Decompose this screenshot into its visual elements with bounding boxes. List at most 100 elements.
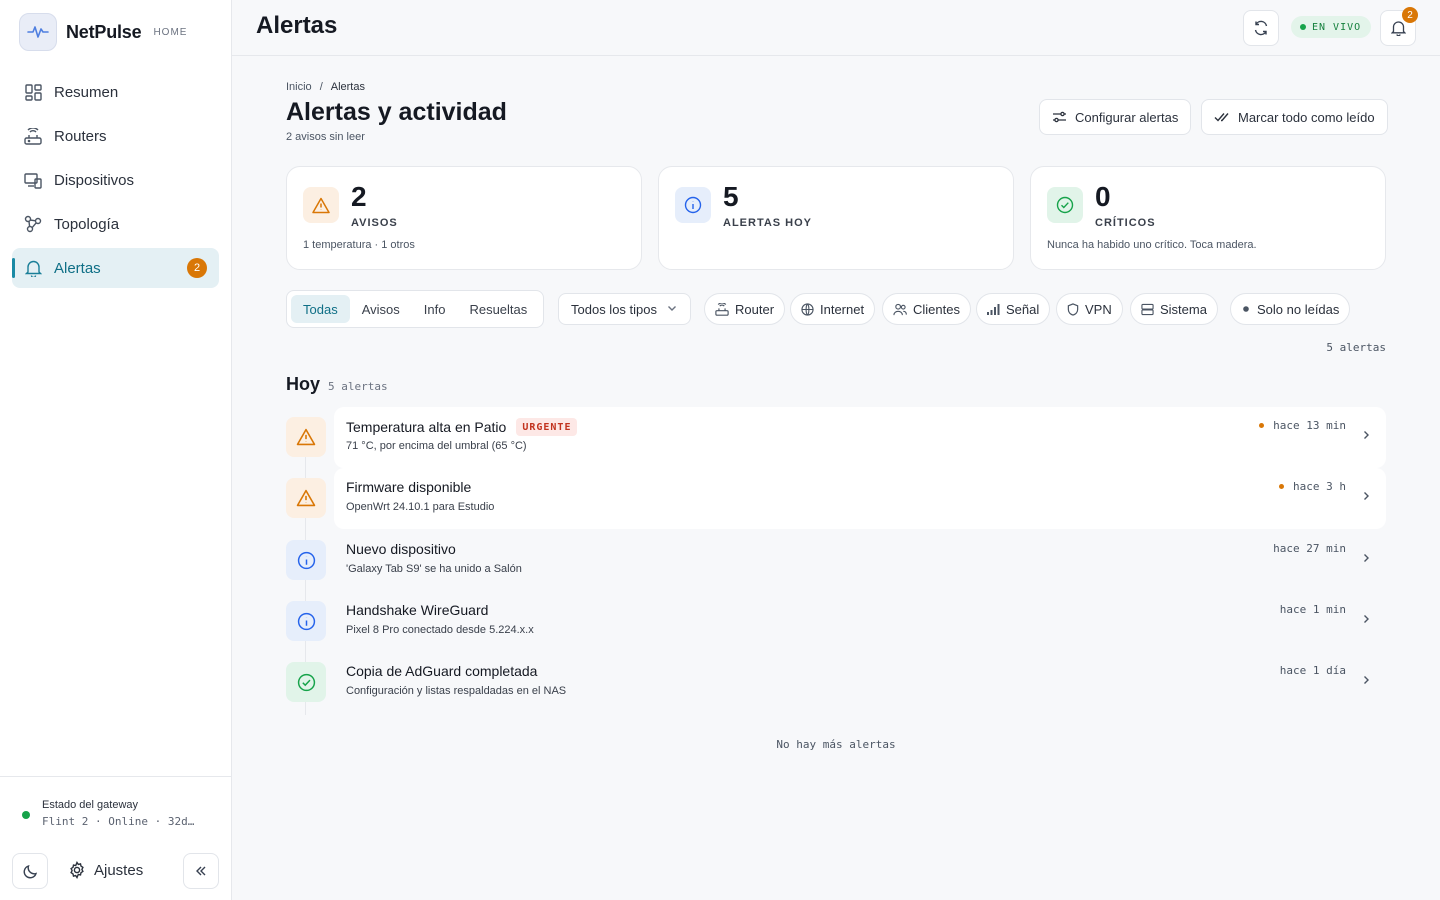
refresh-icon [1253,20,1269,36]
end-of-list-note: No hay más alertas [776,738,896,751]
info-icon [675,187,711,223]
sidebar-item-label: Topología [54,215,120,233]
tab-info[interactable]: Info [412,295,458,323]
breadcrumb-separator: / [319,81,323,93]
topbar: Alertas EN VIVO 2 [232,0,1440,56]
page-subtitle: 2 avisos sin leer [286,131,365,143]
sidebar-item-topologia[interactable]: Topología [12,204,219,244]
breadcrumb-current: Alertas [330,81,365,93]
stat-label: ALERTAS HOY [723,217,813,229]
type-select[interactable]: Todos los tipos [558,293,691,325]
gateway-status-text: Flint 2 · Online · 32d… [42,815,195,828]
stat-note: 1 temperatura · 1 otros [303,239,415,251]
check-circle-icon [286,662,326,702]
pulse-logo-icon [19,13,57,51]
warning-icon [286,478,326,518]
alert-card[interactable] [334,530,1386,591]
gateway-title: Estado del gateway [42,799,139,811]
brand-tag: HOME [153,26,188,38]
alert-subtitle: Configuración y listas respaldadas en el… [346,685,567,697]
alert-title: Temperatura alta en Patio [346,419,507,435]
chip-label: Señal [1006,301,1040,317]
alert-time-text: hace 27 min [1273,542,1346,555]
chip-vpn[interactable]: VPN [1056,293,1123,325]
sidebar-item-dispositivos[interactable]: Dispositivos [12,160,219,200]
chevron-right-icon [1360,674,1372,686]
tab-resueltas[interactable]: Resueltas [457,295,539,323]
chip-label: VPN [1085,301,1112,317]
stat-value: 2 [351,181,367,212]
sidebar-item-resumen[interactable]: Resumen [12,72,219,112]
breadcrumb-home[interactable]: Inicio [286,81,312,93]
info-icon [286,540,326,580]
alert-subtitle: OpenWrt 24.10.1 para Estudio [346,501,495,513]
mark-all-read-label: Marcar todo como leído [1238,109,1375,125]
alert-subtitle: Pixel 8 Pro conectado desde 5.224.x.x [346,624,534,636]
chevron-down-icon [666,302,678,317]
sidebar-item-routers[interactable]: Routers [12,116,219,156]
alert-title-row: Handshake WireGuard [346,602,488,618]
collapse-sidebar-button[interactable] [183,853,219,889]
configure-alerts-button[interactable]: Configurar alertas [1039,99,1192,135]
chip-sistema[interactable]: Sistema [1130,293,1218,325]
notifications-badge: 2 [1402,7,1418,23]
chip-clientes[interactable]: Clientes [882,293,971,325]
settings-button[interactable]: Ajustes [68,861,143,879]
chip-internet[interactable]: Internet [790,293,876,325]
brand[interactable]: NetPulse HOME [19,13,187,51]
chip-label: Sistema [1160,301,1207,317]
topbar-title: Alertas [256,12,338,39]
alert-title-row: Temperatura alta en Patio URGENTE [346,418,578,436]
alert-time: hace 1 día [1280,664,1346,677]
chevron-right-icon [1360,429,1372,441]
alert-card[interactable] [334,652,1386,713]
group-count: 5 alertas [328,380,388,393]
theme-toggle-button[interactable] [12,853,48,889]
gear-icon [68,861,86,879]
unread-dot [1279,484,1285,489]
stat-card-alertas-hoy: 5 ALERTAS HOY [658,166,1014,270]
alert-title: Handshake WireGuard [346,602,489,618]
chip-solo-no-leidas[interactable]: Solo no leídas [1230,293,1351,325]
type-select-value: Todos los tipos [571,301,657,317]
chip-router[interactable]: Router [704,293,786,325]
brand-name: NetPulse [66,21,142,42]
sidebar-item-alertas[interactable]: Alertas 2 [12,248,219,288]
group-title: Hoy [286,374,321,394]
double-check-icon [1214,111,1230,123]
alert-title: Nuevo dispositivo [346,541,456,557]
live-label: EN VIVO [1312,21,1362,33]
chip-label: Router [735,301,775,317]
sidebar-item-label: Resumen [54,83,119,101]
alert-subtitle: 'Galaxy Tab S9' se ha unido a Salón [346,563,522,575]
chevron-right-icon [1360,613,1372,625]
alert-card[interactable] [334,468,1386,529]
check-circle-icon [1047,187,1083,223]
router-icon [24,127,42,145]
alert-time: hace 27 min [1273,542,1346,555]
breadcrumb: Inicio / Alertas [286,81,365,93]
alert-title: Copia de AdGuard completada [346,663,538,679]
stat-card-criticos: 0 CRÍTICOS Nunca ha habido uno crítico. … [1030,166,1386,270]
router-icon [715,302,729,316]
devices-icon [24,171,42,189]
group-header: Hoy 5 alertas [286,374,388,395]
tab-todas[interactable]: Todas [291,295,350,323]
globe-icon [801,302,814,316]
tab-avisos[interactable]: Avisos [350,295,412,323]
alert-time-text: hace 1 min [1279,603,1346,616]
refresh-button[interactable] [1243,10,1279,46]
chip-senal[interactable]: Señal [976,293,1051,325]
sidebar-item-label: Dispositivos [54,171,135,189]
alert-card[interactable] [334,591,1386,652]
alert-subtitle: 71 °C, por encima del umbral (65 °C) [346,440,527,452]
sliders-icon [1052,110,1067,124]
alert-row[interactable]: Copia de AdGuard completada Configuració… [286,662,1386,723]
signal-bars-icon [987,303,1000,315]
alert-card[interactable] [334,407,1386,468]
configure-alerts-label: Configurar alertas [1075,109,1179,125]
urgent-tag: URGENTE [516,418,578,436]
alert-time-text: hace 13 min [1273,419,1346,432]
mark-all-read-button[interactable]: Marcar todo como leído [1201,99,1388,135]
sidebar-footer: Estado del gateway Flint 2 · Online · 32… [0,776,231,900]
